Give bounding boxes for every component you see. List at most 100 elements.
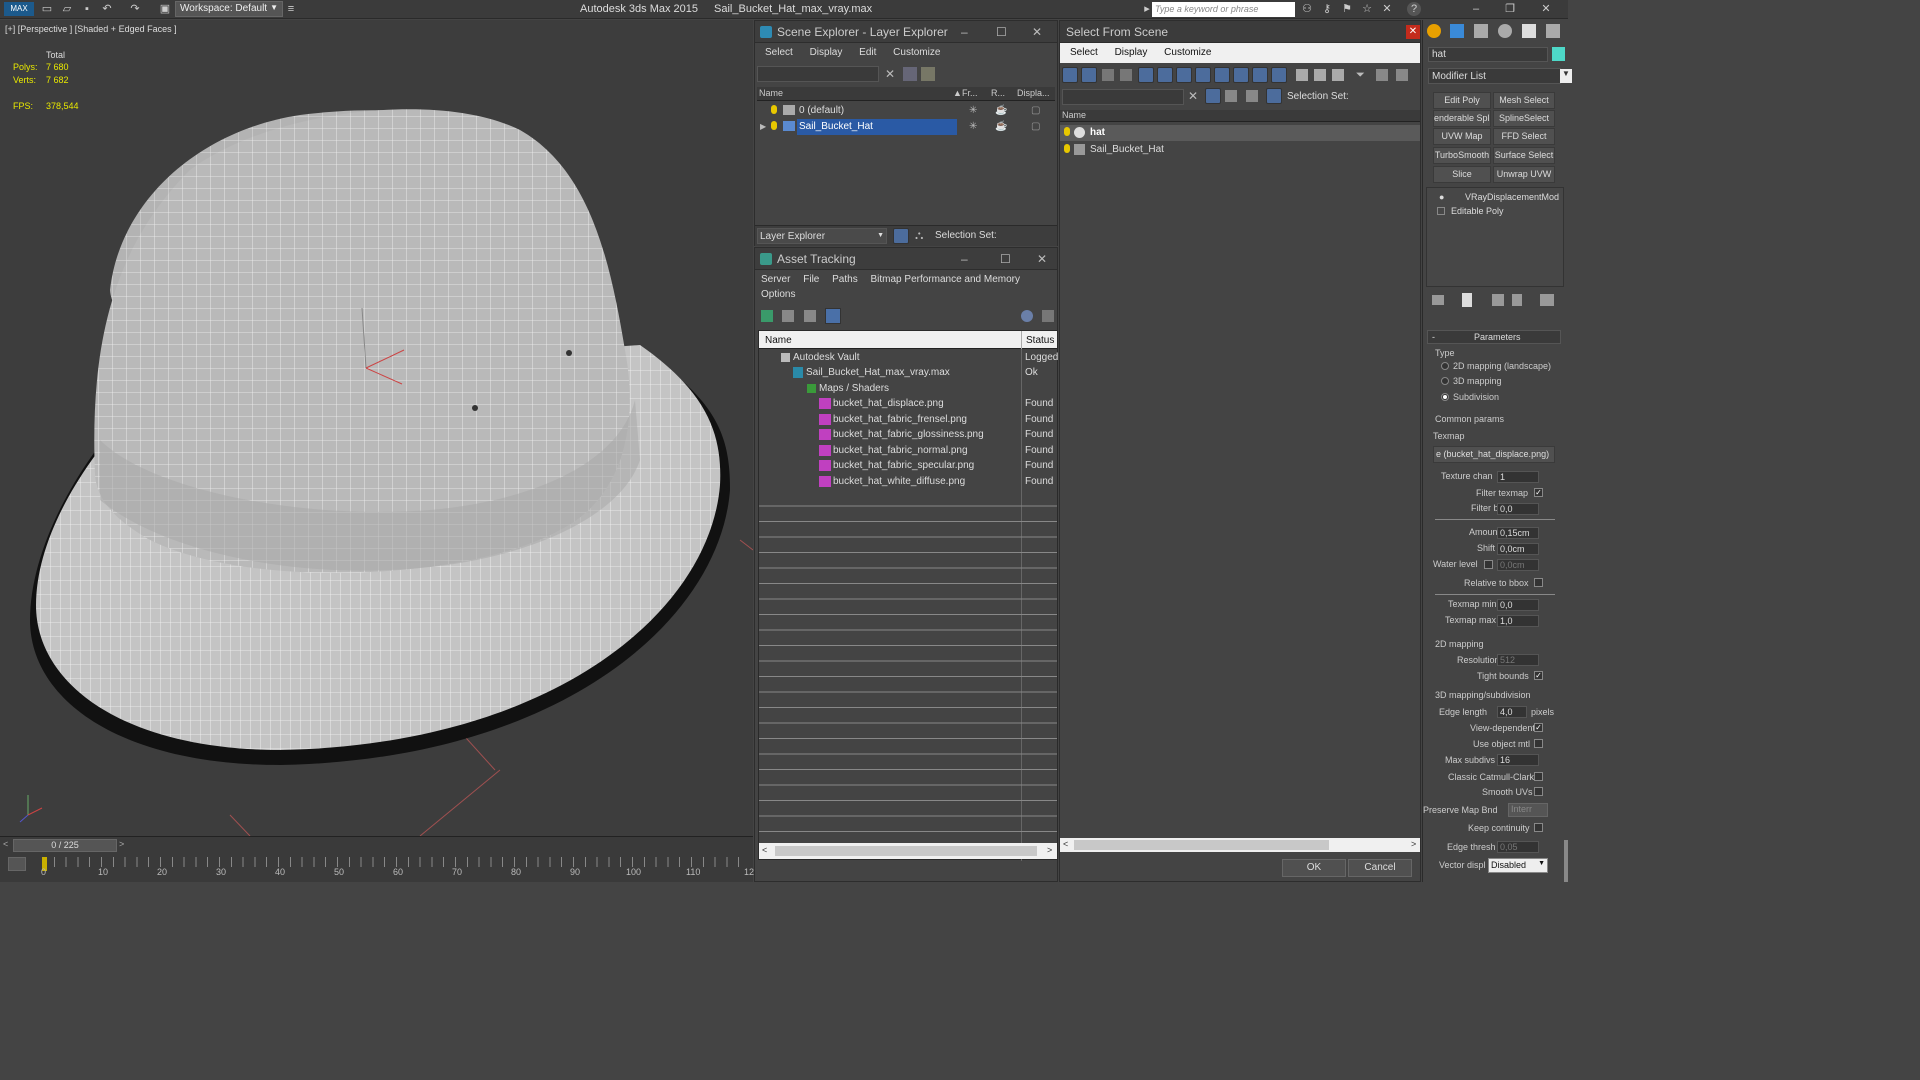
scroll-right-icon[interactable]: > (1411, 839, 1416, 849)
menu-file[interactable]: File (803, 274, 819, 285)
vector-displ-dropdown[interactable]: Disabled ▼ (1488, 858, 1548, 873)
resolution-spinner[interactable]: 512 (1497, 654, 1539, 666)
display-groups-icon[interactable] (1176, 67, 1192, 83)
remove-modifier-icon[interactable] (1512, 294, 1522, 306)
water-level-spinner[interactable]: 0,0cm (1497, 559, 1539, 571)
ffd-select-button[interactable]: FFD Select (1493, 128, 1555, 145)
catmull-clark-checkbox[interactable] (1534, 772, 1543, 781)
lightbulb-icon[interactable] (771, 105, 777, 114)
object-name-input[interactable]: hat (1428, 47, 1548, 62)
table-view-icon[interactable] (825, 308, 841, 324)
display-tab-icon[interactable] (1522, 24, 1536, 38)
columns-icon[interactable] (1396, 69, 1408, 81)
col-display[interactable]: Displa... (1017, 88, 1050, 98)
filter-texmap-checkbox[interactable]: ✓ (1534, 488, 1543, 497)
menu-options[interactable]: Options (761, 289, 795, 300)
layer-explorer-icon[interactable] (893, 228, 909, 244)
texmap-max-spinner[interactable]: 1,0 (1497, 615, 1539, 627)
clear-filter-icon[interactable]: ✕ (885, 67, 895, 81)
display-all-icon[interactable] (1296, 69, 1308, 81)
scene-filter-input[interactable] (757, 66, 879, 82)
close-icon[interactable]: ✕ (1406, 25, 1420, 39)
vertical-scrollbar[interactable] (1564, 840, 1568, 882)
binoculars-icon[interactable]: ⚇ (1300, 2, 1314, 16)
asset-row[interactable]: Autodesk Vault Logged (759, 350, 1058, 366)
col-render[interactable]: R... (991, 88, 1005, 98)
lightbulb-icon[interactable] (771, 121, 777, 130)
renderable-spline-button[interactable]: enderable Splir (1433, 110, 1491, 127)
object-color-swatch[interactable] (1552, 47, 1565, 61)
asset-row[interactable]: bucket_hat_fabric_specular.png Found (759, 458, 1057, 474)
maximize-icon[interactable]: ☐ (996, 25, 1007, 39)
tight-bounds-checkbox[interactable]: ✓ (1534, 671, 1543, 680)
lightbulb-icon[interactable] (1064, 144, 1070, 153)
radio-2d-mapping[interactable] (1441, 362, 1449, 370)
filter-funnel-icon[interactable]: ⏷ (1356, 69, 1365, 82)
max-subdivs-spinner[interactable]: 16 (1497, 754, 1539, 766)
display-xrefs-icon[interactable] (1195, 67, 1211, 83)
pin-stack-icon[interactable] (1432, 295, 1444, 305)
amount-spinner[interactable]: 0,15cm (1497, 527, 1539, 539)
uvw-map-button[interactable]: UVW Map (1433, 128, 1491, 145)
modify-tab-icon[interactable] (1450, 24, 1464, 38)
display-invert-icon[interactable] (1332, 69, 1344, 81)
display-bones-icon[interactable] (1214, 67, 1230, 83)
key-icon[interactable]: ⚷ (1320, 2, 1334, 16)
minimize-icon[interactable]: – (961, 25, 968, 39)
asset-row[interactable]: bucket_hat_fabric_normal.png Found (759, 443, 1057, 459)
star-icon[interactable]: ☆ (1360, 2, 1374, 16)
display-shapes-icon[interactable] (1081, 67, 1097, 83)
display-helpers-icon[interactable] (1138, 67, 1154, 83)
selection-set-icon[interactable] (1266, 88, 1282, 104)
explorer-type-dropdown[interactable]: Layer Explorer ▼ (757, 228, 887, 244)
display-containers-icon[interactable] (1233, 67, 1249, 83)
asset-row[interactable]: bucket_hat_white_diffuse.png Found (759, 474, 1057, 490)
render-teapot-icon[interactable]: ☕ (995, 103, 1007, 119)
menu-server[interactable]: Server (761, 274, 790, 285)
display-lights-icon[interactable] (1102, 69, 1114, 81)
spline-select-button[interactable]: SplineSelect (1493, 110, 1555, 127)
display-box-icon[interactable]: ▢ (1031, 119, 1040, 135)
water-level-checkbox[interactable] (1484, 560, 1493, 569)
col-name[interactable]: Name (759, 88, 783, 98)
scroll-left-icon[interactable]: < (1063, 839, 1068, 849)
texture-chan-spinner[interactable]: 1 (1497, 471, 1539, 483)
keep-continuity-checkbox[interactable] (1534, 823, 1543, 832)
motion-tab-icon[interactable] (1498, 24, 1512, 38)
hierarchy-icon[interactable] (1246, 90, 1258, 102)
hierarchy-tab-icon[interactable] (1474, 24, 1488, 38)
menu-customize[interactable]: Customize (893, 47, 940, 58)
viewport-label[interactable]: [+] [Perspective ] [Shaded + Edged Faces… (5, 24, 177, 34)
new-file-icon[interactable]: ▭ (40, 2, 54, 16)
col-status[interactable]: Status (1026, 335, 1054, 346)
menu-select[interactable]: Select (1070, 47, 1098, 58)
edge-thresh-spinner[interactable]: 0,05 (1497, 841, 1539, 853)
filter-blur-spinner[interactable]: 0,0 (1497, 503, 1539, 515)
freeze-icon[interactable]: ✳ (969, 119, 977, 135)
radio-subdivision[interactable] (1441, 393, 1449, 401)
scroll-left-icon[interactable]: < (762, 845, 767, 855)
texmap-min-spinner[interactable]: 0,0 (1497, 599, 1539, 611)
expand-plus-icon[interactable] (1437, 207, 1445, 215)
display-frozen-icon[interactable] (1252, 67, 1268, 83)
hierarchy-icon[interactable]: ⛬ (915, 228, 923, 243)
menu-customize[interactable]: Customize (1164, 47, 1211, 58)
menu-display[interactable]: Display (810, 47, 843, 58)
menu-bitmap-performance[interactable]: Bitmap Performance and Memory (871, 274, 1021, 285)
timeline-ruler[interactable] (42, 857, 747, 867)
prev-frame-icon[interactable]: < (3, 839, 8, 849)
stack-item-editable-poly[interactable]: Editable Poly (1429, 204, 1563, 218)
close-icon[interactable]: ✕ (1037, 252, 1047, 266)
asset-row[interactable]: bucket_hat_fabric_glossiness.png Found (759, 427, 1057, 443)
layer-tools-icon[interactable] (921, 67, 935, 81)
filter-icon[interactable] (903, 67, 917, 81)
preserve-map-dropdown[interactable]: Interr (1508, 803, 1548, 817)
display-spacewarps-icon[interactable] (1157, 67, 1173, 83)
workspace-dropdown[interactable]: Workspace: Default ▼ (175, 1, 283, 17)
menu-edit[interactable]: Edit (859, 47, 876, 58)
ok-button[interactable]: OK (1282, 859, 1346, 877)
hierarchy-view-icon[interactable] (1376, 69, 1388, 81)
scroll-right-icon[interactable]: > (1047, 845, 1052, 855)
timeline[interactable]: < 0 / 225 > 0 10 20 30 40 50 60 70 80 90… (0, 836, 754, 882)
surface-select-button[interactable]: Surface Select (1493, 147, 1555, 164)
